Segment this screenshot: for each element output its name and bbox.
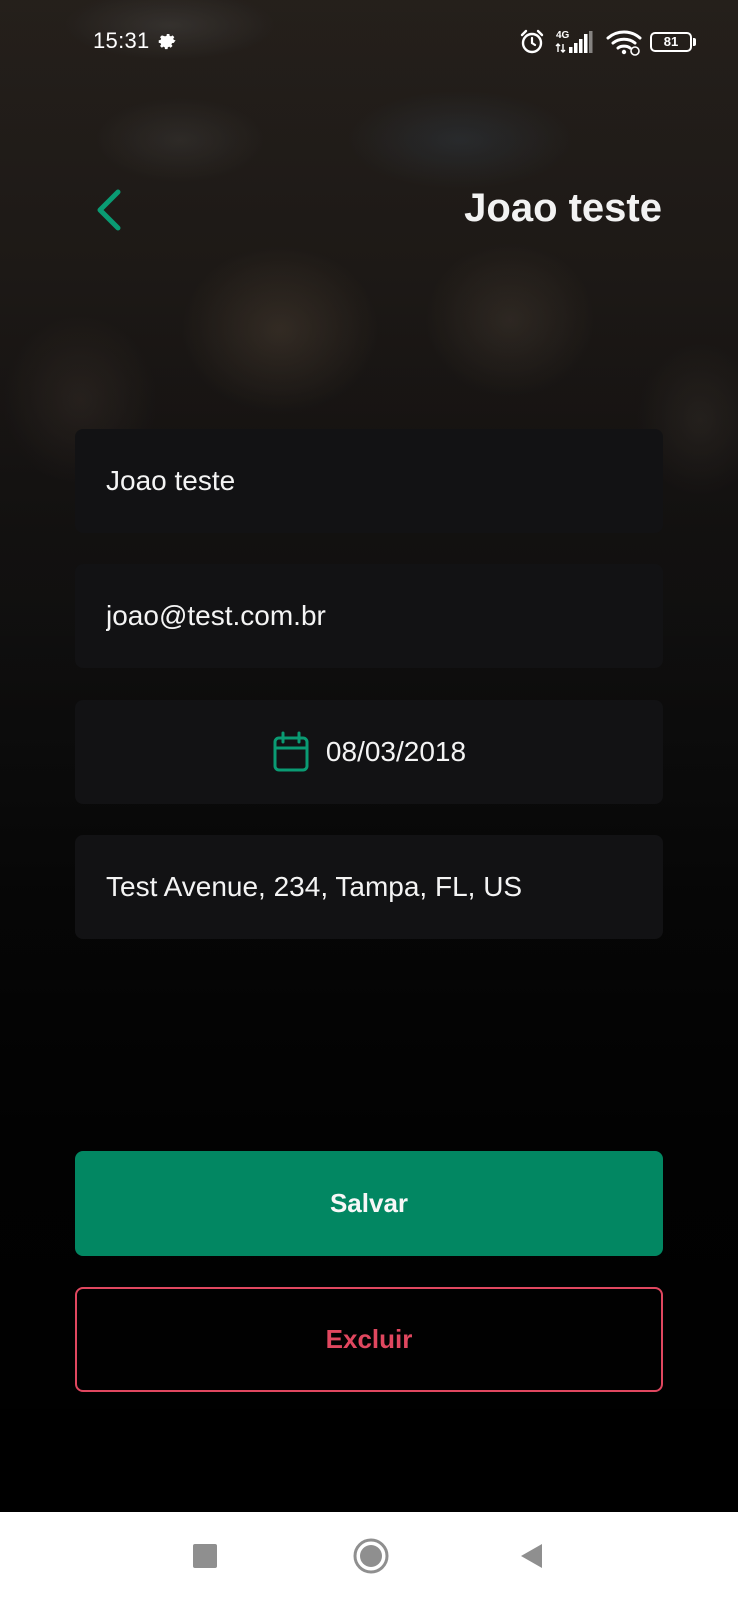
address-input[interactable] — [106, 871, 632, 903]
svg-text:4G: 4G — [556, 30, 570, 41]
recent-apps-icon[interactable] — [193, 1544, 217, 1568]
calendar-icon — [273, 731, 309, 772]
address-field[interactable] — [75, 835, 663, 939]
back-button[interactable] — [88, 186, 132, 234]
status-bar: 15:31 4G 81 — [0, 0, 738, 86]
system-nav-bar — [0, 1512, 738, 1600]
chevron-left-icon — [97, 189, 121, 231]
name-input[interactable] — [106, 465, 632, 497]
page-title: Joao teste — [464, 186, 662, 230]
app-screen: 15:31 4G 81 Joao teste Joao teste joao@t… — [0, 0, 738, 1600]
wifi-icon — [606, 30, 642, 56]
birth-date-value: 08/03/2018 — [325, 736, 467, 767]
status-time: 15:31 — [93, 28, 150, 53]
save-button[interactable]: Salvar — [75, 1151, 663, 1256]
cellular-signal-icon: 4G — [555, 30, 593, 53]
birth-date-picker[interactable]: 08/03/2018 — [75, 700, 663, 804]
name-field[interactable] — [75, 429, 663, 533]
status-icons: 4G 81 — [518, 26, 696, 58]
alarm-icon — [520, 29, 544, 54]
home-icon[interactable] — [352, 1537, 390, 1575]
email-input[interactable] — [106, 600, 632, 632]
email-field[interactable] — [75, 564, 663, 668]
battery-indicator: 81 — [650, 32, 696, 52]
delete-button[interactable]: Excluir — [75, 1287, 663, 1392]
settings-gear-icon — [158, 34, 176, 50]
nav-back-icon[interactable] — [518, 1542, 544, 1570]
